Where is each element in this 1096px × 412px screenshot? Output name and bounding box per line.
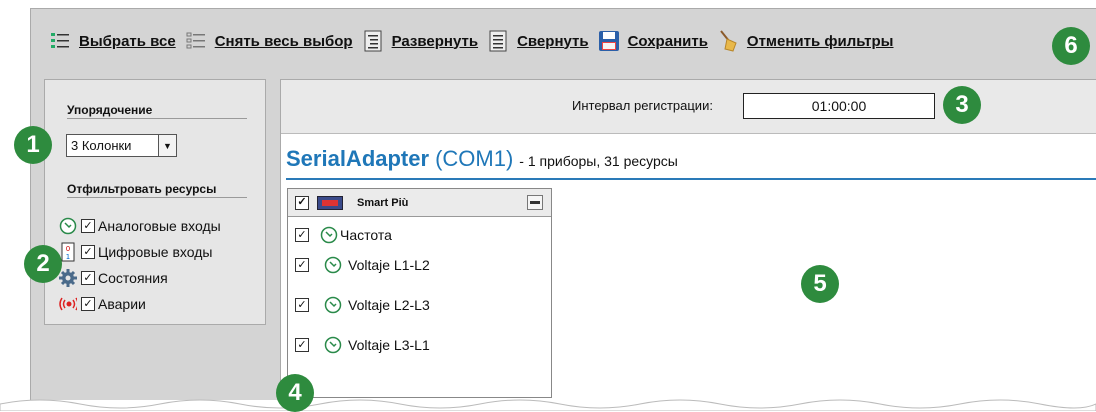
app-window: Выбрать все Снять весь выбор Развернуть … [30,8,1096,401]
left-panel: Упорядочение 3 Колонки ▼ Отфильтровать р… [44,79,266,325]
save-label[interactable]: Сохранить [628,33,708,50]
filter-checkbox[interactable]: ✓ [81,245,95,259]
filter-checkbox[interactable]: ✓ [81,297,95,311]
columns-select-value: 3 Колонки [71,138,132,153]
resource-item[interactable]: ✓ Voltaje L3-L1 [295,336,430,354]
adapter-header: SerialAdapter (COM1) - 1 приборы, 31 рес… [286,146,678,172]
deselect-all-icon [185,30,207,52]
adapter-port: (COM1) [435,146,514,171]
gear-icon [59,269,77,287]
interval-input[interactable]: 01:00:00 [743,93,935,119]
analog-icon [324,256,342,274]
callout-badge-4: 4 [276,374,314,412]
resource-item[interactable]: ✓ Voltaje L1-L2 [295,256,430,274]
minimize-icon[interactable] [527,195,543,210]
main-panel: Интервал регистрации: 01:00:00 SerialAda… [280,79,1096,401]
select-all-label[interactable]: Выбрать все [79,33,176,50]
device-name: Smart Più [357,196,409,209]
resource-checkbox[interactable]: ✓ [295,228,309,242]
floppy-disk-icon [598,30,620,52]
deselect-all-label[interactable]: Снять весь выбор [215,33,353,50]
filter-item-states[interactable]: ✓ Состояния [59,269,168,287]
columns-select[interactable]: 3 Колонки ▼ [66,134,177,157]
interval-label: Интервал регистрации: [572,98,713,113]
filter-item-label: Аварии [98,296,146,312]
callout-badge-3: 3 [943,86,981,124]
filter-item-label: Цифровые входы [98,244,213,260]
filter-item-label: Состояния [98,270,168,286]
adapter-name: SerialAdapter [286,146,430,171]
filter-heading: Отфильтровать ресурсы [67,182,217,196]
alarm-icon [59,295,77,313]
resource-checkbox[interactable]: ✓ [295,258,309,272]
divider [67,197,247,198]
analog-icon [320,226,338,244]
filter-item-alarms[interactable]: ✓ Аварии [59,295,146,313]
broom-icon [717,30,739,52]
divider [286,178,1096,180]
device-header: ✓ Smart Più [288,189,551,217]
deselect-all-button[interactable]: Снять весь выбор [185,30,353,52]
analog-icon [59,217,77,235]
torn-edge [0,399,1096,411]
device-checkbox[interactable]: ✓ [295,195,309,210]
resource-label: Voltaje L3-L1 [348,337,430,353]
expand-label[interactable]: Развернуть [392,33,478,50]
callout-badge-1: 1 [14,126,52,164]
resource-label: Частота [340,227,392,243]
save-button[interactable]: Сохранить [598,30,708,52]
device-icon [317,195,343,210]
filter-item-label: Аналоговые входы [98,218,221,234]
collapse-icon [487,30,509,52]
toolbar: Выбрать все Снять весь выбор Развернуть … [31,9,1096,73]
resource-item[interactable]: ✓ Voltaje L2-L3 [295,296,430,314]
adapter-info: - 1 приборы, 31 ресурсы [519,153,678,169]
filter-checkbox[interactable]: ✓ [81,219,95,233]
callout-badge-5: 5 [801,265,839,303]
chevron-down-icon[interactable]: ▼ [158,135,176,156]
divider [67,118,247,119]
select-all-icon [49,30,71,52]
analog-icon [324,296,342,314]
collapse-button[interactable]: Свернуть [487,30,589,52]
resource-checkbox[interactable]: ✓ [295,338,309,352]
filter-item-analog[interactable]: ✓ Аналоговые входы [59,217,221,235]
filter-checkbox[interactable]: ✓ [81,271,95,285]
expand-icon [362,30,384,52]
select-all-button[interactable]: Выбрать все [49,30,176,52]
analog-icon [324,336,342,354]
cancel-filters-label[interactable]: Отменить фильтры [747,33,894,50]
resource-checkbox[interactable]: ✓ [295,298,309,312]
callout-badge-6: 6 [1052,27,1090,65]
sort-heading: Упорядочение [67,103,153,117]
collapse-label[interactable]: Свернуть [517,33,589,50]
expand-button[interactable]: Развернуть [362,30,478,52]
svg-text:1: 1 [66,253,70,261]
cancel-filters-button[interactable]: Отменить фильтры [717,30,894,52]
resource-label: Voltaje L1-L2 [348,257,430,273]
digital-icon: 01 [59,242,77,262]
resource-item[interactable]: ✓ Частота [295,226,392,244]
filter-item-digital[interactable]: 01 ✓ Цифровые входы [59,242,213,262]
callout-badge-2: 2 [24,245,62,283]
device-card: ✓ Smart Più ✓ Частота ✓ Voltaje L1-L2 ✓ … [287,188,552,398]
resource-label: Voltaje L2-L3 [348,297,430,313]
svg-text:0: 0 [66,245,70,253]
